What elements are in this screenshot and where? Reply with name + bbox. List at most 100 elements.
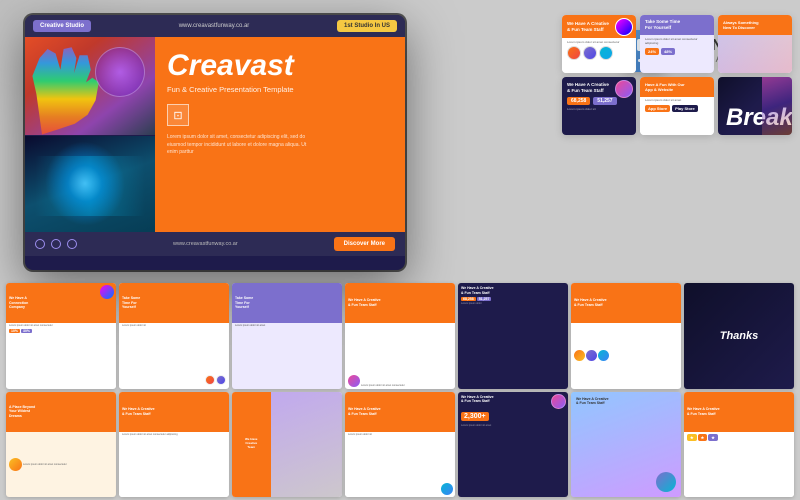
rs-stat-2: 48% [661,48,675,55]
mc-av-6a [574,350,585,361]
mc-title-2: Take SomeTime ForYourself [122,296,140,310]
avatar-1 [567,46,581,60]
rs-text-2: Lorem ipsum dolor sit amet consectetur a… [645,37,709,45]
mosaic-slide-8: We HaveCreativeTeam [232,392,342,498]
mc-circle-9 [441,483,453,495]
mc-av-6c [598,350,609,361]
mc-av-6b [586,350,597,361]
mc-title-5: We Have A Creative& Fun Team Staff [461,286,565,295]
rs-circle-img-1 [615,18,633,36]
right-slide-always: Always SomethingNew To Discover [718,15,792,73]
mc-title-8: We HaveCreativeTeam [245,438,257,450]
mc-title-stats: We Have A Creative& Fun Team Staff [687,407,720,416]
mosaic-row-1: We Have AConnectionCompany Lorem ipsum d… [6,283,794,389]
mc-purple-stat-1: ★ [708,434,718,441]
mosaic-slide-abstract: We Have A Creative& Fun Team Staff [571,392,681,498]
mc-title-6: We Have A Creative& Fun Team Staff [574,298,607,307]
right-slide-creative-1: We Have A Creative& Fun Team Staff Lorem… [562,15,636,73]
mc-orange-stat-1: ★ [698,434,708,441]
mosaic-slide-stats: We Have A Creative& Fun Team Staff ★ ★ ★ [684,392,794,498]
rs-text-5: Lorem ipsum dolor sit amet [645,99,709,103]
slide-url-top: www.creavastfunway.co.ar [179,23,250,29]
avatar-3 [599,46,613,60]
discover-more-button[interactable]: Discover More [334,237,395,251]
mosaic-slide-9: We Have A Creative& Fun Team Staff Lorem… [345,392,455,498]
rs-title-5: Have A Fun With OurApp & Website [645,82,685,92]
slide-pagination-dots [35,239,77,249]
slides-mosaic: We Have AConnectionCompany Lorem ipsum d… [0,280,800,500]
mc-stat-5b: 51,257 [477,297,492,301]
mc-av-2 [216,375,226,385]
mc-text-1: Lorem ipsum dolor sit amet consectetur [9,324,113,327]
mc-title-9: We Have A Creative& Fun Team Staff [348,407,381,416]
right-slide-dark-1: We Have A Creative& Fun Team Staff 68,25… [562,77,636,135]
slide-subtitle: Fun & Creative Presentation Template [167,85,393,94]
mosaic-row-2: A Place BeyondYour WildestDreams Lorem i… [6,392,794,498]
mc-title-3: Take SomeTime ForYourself [235,296,253,310]
mc-yellow-stat-1: ★ [687,434,697,441]
right-slides-panel: We Have A Creative& Fun Team Staff Lorem… [562,15,792,135]
mc-av-1 [205,375,215,385]
mosaic-slide-4: We Have A Creative& Fun Team Staff Lorem… [345,283,455,389]
mc-circle-2300 [551,394,566,409]
rs-app-btn-2: Play Store [672,105,698,112]
rs-circle-dark [615,80,633,98]
mosaic-slide-6: We Have A Creative& Fun Team Staff [571,283,681,389]
mc-text-3: Lorem ipsum dolor sit amet [235,324,339,327]
mc-stat-1: 10% [9,329,20,333]
mc-text-place-1: Lorem ipsum dolor sit amet consectetur [23,463,113,466]
creative-studio-badge: Creative Studio [33,20,91,32]
dot-2 [51,239,61,249]
mosaic-slide-7: We Have A Creative& Fun Team Staff Lorem… [119,392,229,498]
mosaic-slide-2: Take SomeTime ForYourself Lorem ipsum do… [119,283,229,389]
rs-stat-dark-2: 51,257 [593,97,616,105]
slide-main-title: Creavast [167,51,393,81]
rs-stat-1: 24% [645,48,659,55]
rs-title-3: Always SomethingNew To Discover [723,20,759,30]
mc-text-7: Lorem ipsum dolor sit amet consectetur a… [122,433,226,436]
right-slide-app: Have A Fun With OurApp & Website Lorem i… [640,77,714,135]
mc-title-place-1: A Place BeyondYour WildestDreams [9,405,35,419]
right-row-2: We Have A Creative& Fun Team Staff 68,25… [562,77,792,135]
mc-title-2300: We Have A Creative& Fun Team Staff [461,395,565,404]
mc-title-abstract: We Have A Creative& Fun Team Staff [576,397,609,406]
mc-text-4: Lorem ipsum dolor sit amet consectetur [361,384,452,387]
mosaic-slide-1: We Have AConnectionCompany Lorem ipsum d… [6,283,116,389]
mc-text-9: Lorem ipsum dolor sit [348,433,452,436]
rs-title-2: Take Some TimeFor Yourself [645,19,680,31]
mc-title-4: We Have A Creative& Fun Team Staff [348,298,381,307]
rs-title-1: We Have A Creative& Fun Team Staff [567,21,609,33]
mc-text-2: Lorem ipsum dolor sit [122,324,226,327]
mc-thanks-title: Thanks [720,330,759,342]
mc-stat-2300: 2,300+ [461,412,489,421]
mosaic-slide-3: Take SomeTime ForYourself Lorem ipsum do… [232,283,342,389]
rs-stat-dark-1: 68,258 [567,97,590,105]
mc-circle-place-1 [9,458,22,471]
mosaic-slide-2300: We Have A Creative& Fun Team Staff 2,300… [458,392,568,498]
mc-stat-2: 30% [21,329,32,333]
right-slide-taketime-1: Take Some TimeFor Yourself Lorem ipsum d… [640,15,714,73]
mc-text-5: Lorem ipsum dolor [461,302,565,305]
dot-1 [35,239,45,249]
rs-text-dark-1: Lorem ipsum dolor sit [567,107,631,111]
slide-url-bottom: www.creavastfunway.co.ar [173,241,238,247]
studio-badge: 1st Studio In US [337,20,397,32]
slide-body-text: Lorem ipsum dolor sit amet, consectetur … [167,134,307,157]
slide-icon: ⊡ [173,109,182,122]
mc-title-7: We Have A Creative& Fun Team Staff [122,407,155,416]
rs-text-1: Lorem ipsum dolor sit amet consectetur [567,40,631,44]
mc-circle-abstract [656,472,676,492]
avatar-2 [583,46,597,60]
monitor-screen: Creative Studio www.creavastfunway.co.ar… [25,15,405,270]
mc-circle-4 [348,375,360,387]
mosaic-slide-place-1: A Place BeyondYour WildestDreams Lorem i… [6,392,116,498]
mosaic-slide-thanks: Thanks [684,283,794,389]
main-featured-slide: Creative Studio www.creavastfunway.co.ar… [25,15,405,270]
rs-app-btn-1: App Store [645,105,670,112]
mc-circle-1 [100,285,114,299]
mc-title-1: We Have AConnectionCompany [9,296,28,310]
right-slide-break: Break [718,77,792,135]
mc-stat-5a: 68,258 [461,297,476,301]
mc-text-2300: Lorem ipsum dolor sit amet [461,424,565,427]
mosaic-slide-5: We Have A Creative& Fun Team Staff 68,25… [458,283,568,389]
